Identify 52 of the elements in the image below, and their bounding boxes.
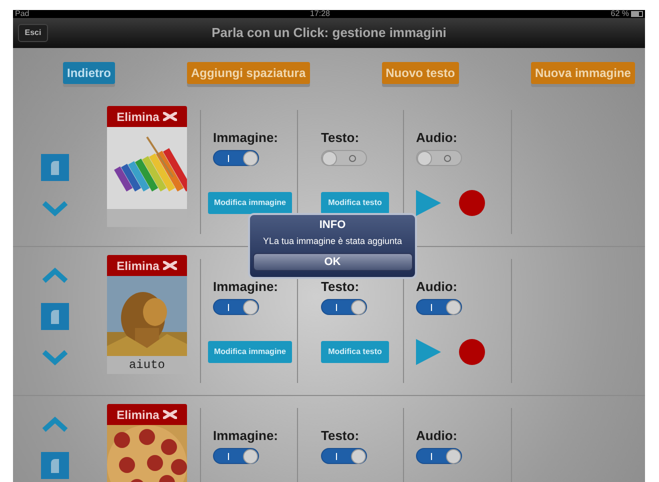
- record-icon[interactable]: [459, 190, 485, 216]
- column-label: Testo:: [321, 428, 360, 444]
- record-icon[interactable]: [459, 339, 485, 365]
- edit-button[interactable]: Modifica testo: [321, 341, 389, 363]
- chevron-down-icon[interactable]: [41, 350, 69, 366]
- chevron-down-icon[interactable]: [41, 201, 69, 217]
- toggle-switch[interactable]: [321, 150, 367, 166]
- toggle-switch[interactable]: [213, 299, 259, 315]
- delete-button[interactable]: Elimina: [107, 404, 187, 425]
- ok-button[interactable]: OK: [252, 252, 412, 270]
- toggle-switch[interactable]: [416, 448, 462, 464]
- toggle-switch[interactable]: [213, 448, 259, 464]
- delete-button[interactable]: Elimina: [107, 255, 187, 276]
- clock: 17:28: [310, 10, 330, 18]
- play-icon[interactable]: [416, 190, 441, 216]
- toggle-switch[interactable]: [213, 150, 259, 166]
- chevron-up-icon[interactable]: [41, 267, 69, 283]
- cross-icon: [163, 112, 178, 121]
- column-label: Testo:: [321, 130, 360, 146]
- dialog-message: YLa tua immagine è stata aggiunta: [262, 235, 402, 248]
- column-label: Immagine:: [213, 428, 280, 444]
- toolbar-button[interactable]: Nuova immagine: [530, 62, 635, 84]
- column-label: Immagine:: [213, 130, 280, 146]
- window-title: Parla con un Click: gestione immagini: [212, 24, 446, 42]
- back-button[interactable]: Esci: [18, 24, 48, 42]
- toolbar-button[interactable]: Aggiungi spaziatura: [186, 62, 310, 84]
- column-label: Audio:: [416, 130, 458, 146]
- column-label: Testo:: [321, 279, 360, 295]
- toggle-switch[interactable]: [321, 299, 367, 315]
- edit-button[interactable]: Modifica immagine: [208, 192, 292, 214]
- chevron-up-icon[interactable]: [41, 416, 69, 432]
- column-label: Audio:: [416, 279, 458, 295]
- toggle-switch[interactable]: [416, 150, 462, 166]
- drag-handle-icon[interactable]: [41, 303, 69, 330]
- drag-handle-icon[interactable]: [41, 154, 69, 181]
- cross-icon: [163, 410, 178, 419]
- toggle-switch[interactable]: [321, 448, 367, 464]
- toolbar-button[interactable]: Indietro: [63, 62, 115, 84]
- edit-button[interactable]: Modifica testo: [321, 192, 389, 214]
- column-label: Immagine:: [213, 279, 280, 295]
- dialog-title: INFO: [319, 219, 346, 232]
- delete-button[interactable]: Elimina: [107, 106, 187, 127]
- battery-level: 62 %: [610, 10, 629, 18]
- play-icon[interactable]: [416, 339, 441, 365]
- column-label: Audio:: [416, 428, 458, 444]
- drag-handle-icon[interactable]: [41, 452, 69, 479]
- toggle-switch[interactable]: [416, 299, 462, 315]
- cross-icon: [163, 261, 178, 270]
- toolbar-button[interactable]: Nuovo testo: [382, 62, 459, 84]
- device-name: Pad: [15, 10, 30, 18]
- battery-icon: [631, 11, 643, 17]
- edit-button[interactable]: Modifica immagine: [208, 341, 292, 363]
